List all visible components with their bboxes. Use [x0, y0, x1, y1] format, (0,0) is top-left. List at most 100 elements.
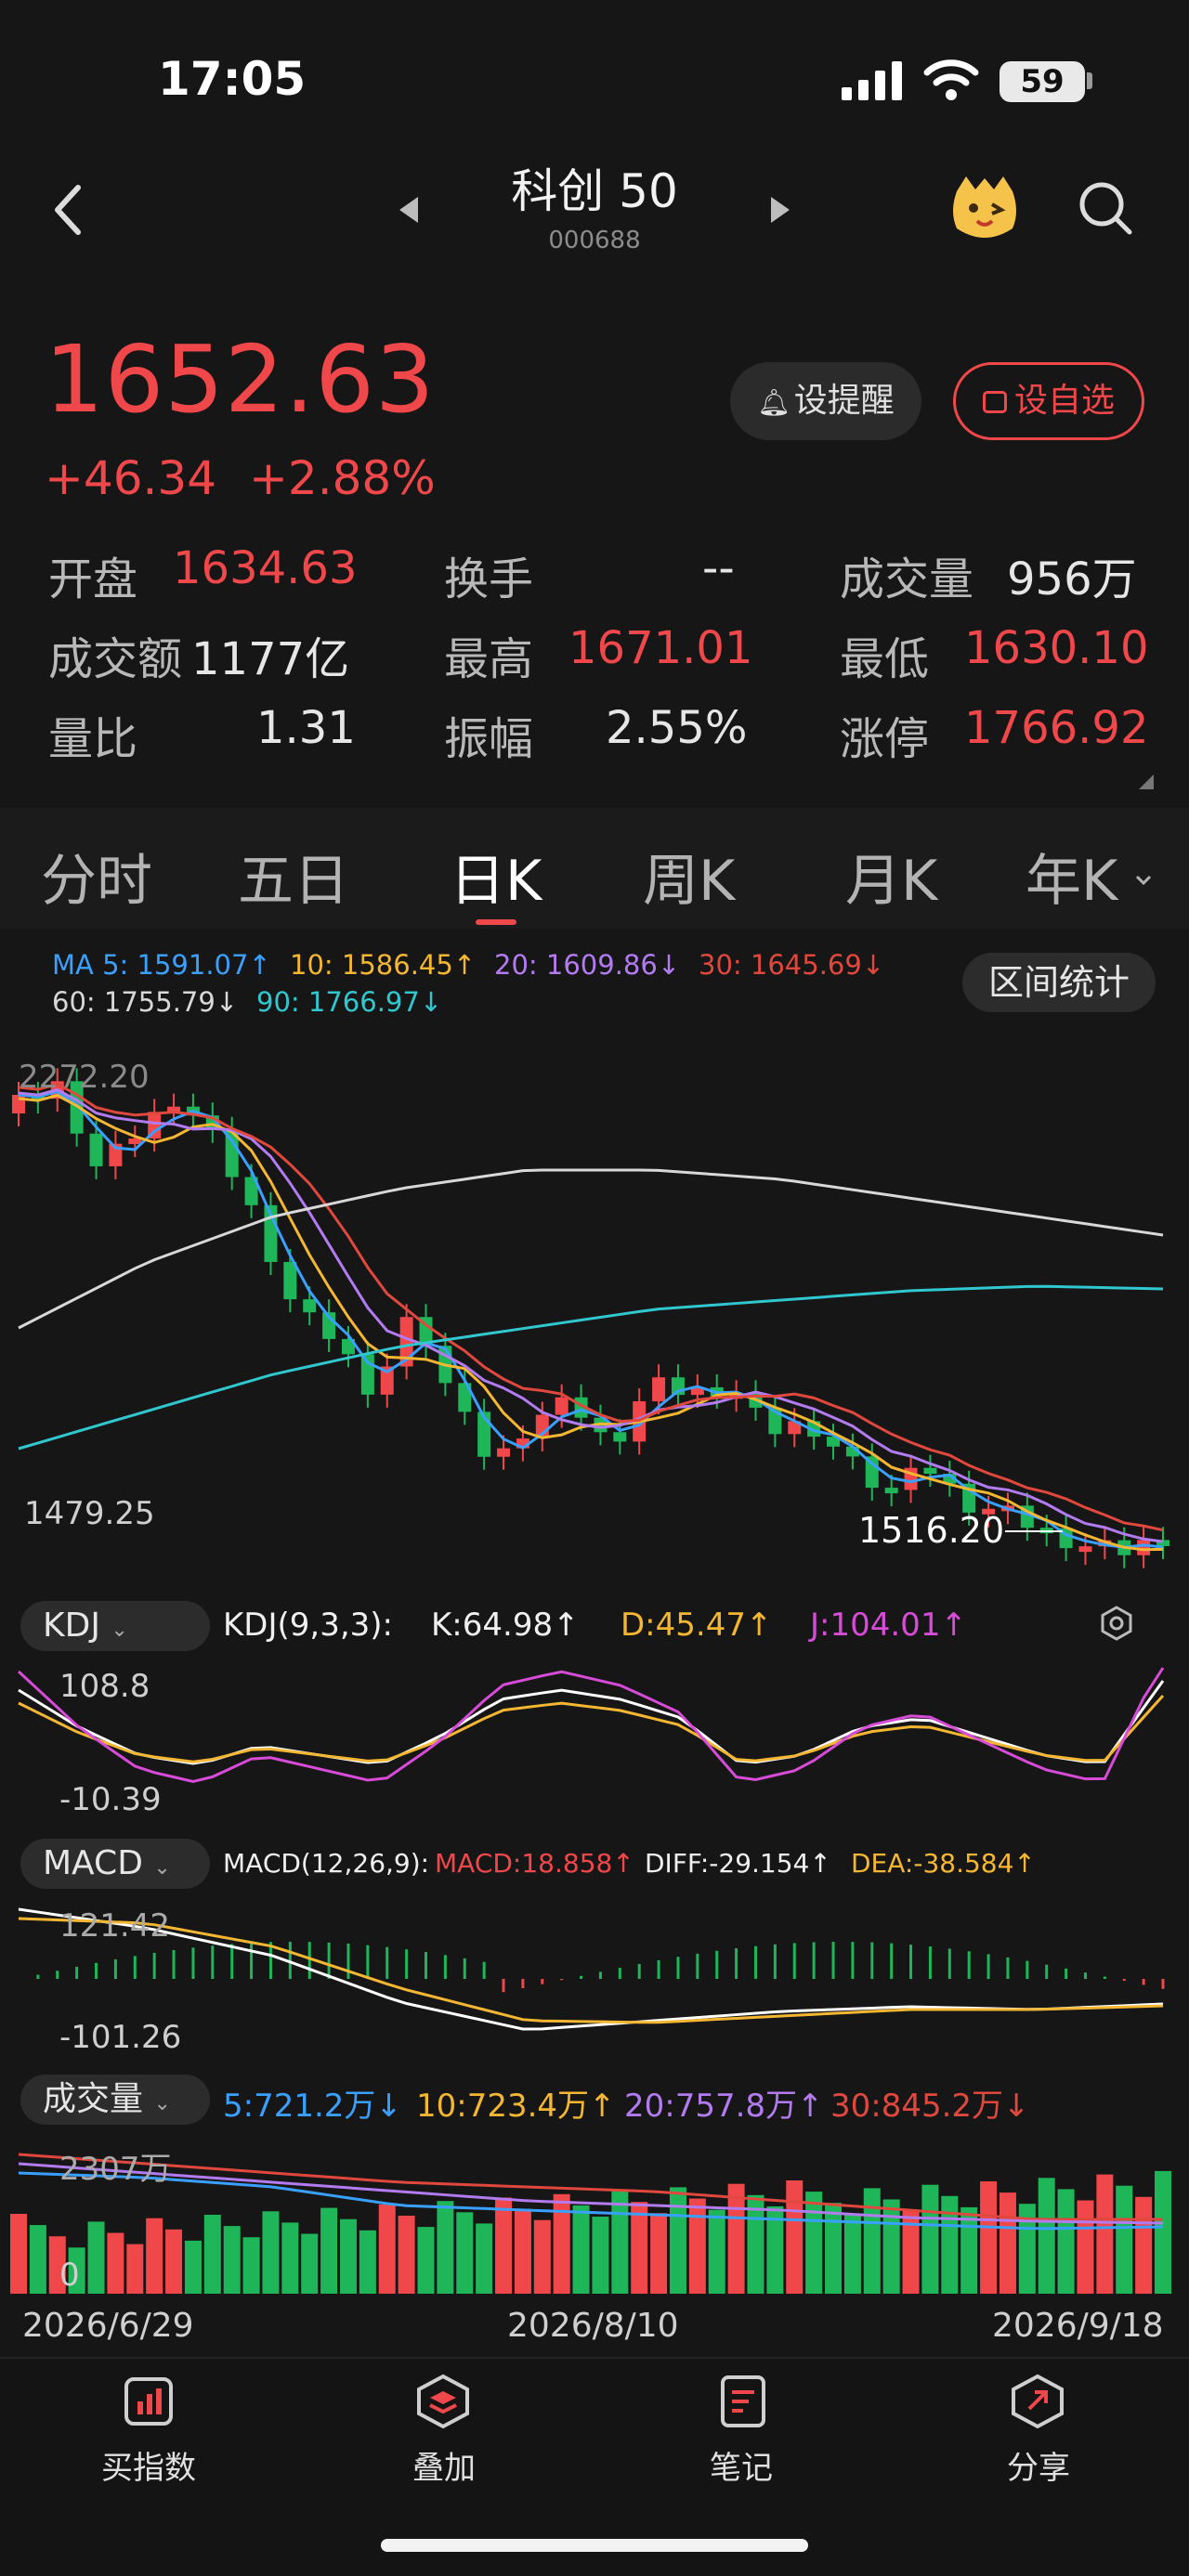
search-icon[interactable] — [1078, 180, 1133, 236]
tab-five-day[interactable]: 五日 — [238, 836, 349, 917]
battery-indicator: 59 — [1000, 61, 1085, 102]
stock-code: 000688 — [548, 227, 641, 254]
ma20-legend: 20: 1609.86↓ — [494, 949, 681, 981]
mascot-icon[interactable] — [947, 173, 1022, 243]
settings-icon[interactable] — [1098, 1605, 1135, 1642]
add-watchlist-label: 设自选 — [1013, 382, 1115, 420]
volume-bar — [223, 2226, 241, 2294]
stat-volume-ratio-value: 1.31 — [256, 702, 356, 754]
volume-bar — [1038, 2178, 1055, 2294]
stat-limit-up-label: 涨停 — [840, 713, 930, 765]
chevron-down-icon: ⌄ — [153, 1856, 171, 1880]
ma60-line — [18, 1168, 1164, 1330]
tab-yearly-k[interactable]: 年K — [1026, 836, 1117, 917]
overlay-icon — [417, 2374, 469, 2429]
stat-open-label: 开盘 — [48, 553, 138, 605]
macd-selector[interactable]: MACD ⌄ — [20, 1839, 210, 1889]
volume-bar — [417, 2227, 435, 2294]
stat-high-value: 1671.01 — [568, 622, 753, 674]
volume-bar — [786, 2180, 804, 2294]
range-stats-button[interactable]: 区间统计 — [962, 953, 1156, 1012]
kline-min-marker: 1516.20 — [858, 1510, 1005, 1551]
volume-chart[interactable] — [0, 2136, 1189, 2296]
notes-label: 笔记 — [710, 2450, 773, 2487]
volume-bar — [398, 2216, 415, 2294]
volume-bar — [107, 2232, 124, 2294]
stat-volume-ratio-label: 量比 — [48, 713, 138, 765]
stat-amplitude-label: 振幅 — [444, 713, 534, 765]
macd-dea-value: DEA:-38.584↑ — [851, 1848, 1036, 1879]
kdj-k-value: K:64.98↑ — [431, 1607, 580, 1644]
date-end: 2026/9/18 — [992, 2307, 1164, 2345]
kdj-selector[interactable]: KDJ ⌄ — [20, 1601, 210, 1651]
kline-candle — [283, 1261, 297, 1300]
stat-high-label: 最高 — [444, 633, 534, 685]
volume-bar — [1116, 2185, 1133, 2294]
stat-amount-label: 成交额 — [48, 633, 183, 685]
kdj-chart[interactable] — [0, 1662, 1189, 1820]
overlay-label: 叠加 — [412, 2450, 476, 2487]
kline-low-label: 1479.25 — [24, 1495, 155, 1532]
buy-index-icon — [124, 2377, 173, 2426]
volume-bar — [1057, 2189, 1075, 2294]
volume-selector-label: 成交量 — [43, 2080, 144, 2118]
next-stock-icon[interactable] — [769, 195, 791, 225]
volume-bar — [301, 2233, 319, 2294]
vol-ma20-value: 20:757.8万↑ — [624, 2088, 824, 2125]
volume-bar — [825, 2203, 843, 2294]
add-watchlist-button[interactable]: 设自选 — [953, 362, 1144, 440]
volume-bar — [863, 2188, 881, 2294]
tab-intraday[interactable]: 分时 — [41, 836, 152, 917]
kline-chart[interactable] — [0, 1031, 1189, 1569]
stat-amplitude-value: 2.55% — [606, 702, 748, 754]
volume-bar — [320, 2207, 338, 2294]
macd-value: MACD:18.858↑ — [435, 1848, 634, 1879]
chevron-down-icon: ⌄ — [153, 2092, 171, 2115]
volume-bar — [378, 2204, 396, 2294]
kdj-d-value: D:45.47↑ — [621, 1607, 773, 1644]
stat-low-label: 最低 — [840, 633, 930, 685]
page-title: 科创 50 — [511, 164, 678, 218]
volume-bar — [650, 2213, 668, 2294]
ma90-legend: 90: 1766.97↓ — [256, 986, 443, 1018]
ma5-legend: MA 5: 1591.07↑ — [52, 949, 271, 981]
volume-bar — [941, 2195, 959, 2294]
volume-bar — [359, 2230, 376, 2294]
volume-bar — [165, 2229, 183, 2294]
date-mid: 2026/8/10 — [507, 2307, 679, 2345]
volume-bar — [611, 2191, 629, 2294]
volume-bar — [553, 2193, 570, 2294]
volume-bar — [495, 2197, 513, 2294]
chevron-down-icon[interactable] — [1135, 875, 1152, 886]
kdj-j-value: J:104.01↑ — [810, 1607, 967, 1644]
notes-icon — [721, 2375, 765, 2427]
volume-selector[interactable]: 成交量 ⌄ — [20, 2075, 210, 2125]
share-label: 分享 — [1007, 2450, 1070, 2487]
current-price: 1652.63 — [45, 325, 436, 434]
home-indicator — [381, 2539, 808, 2552]
volume-bar — [339, 2218, 357, 2294]
stat-low-value: 1630.10 — [964, 622, 1149, 674]
expand-corner-icon[interactable] — [1139, 774, 1154, 789]
back-icon[interactable] — [50, 182, 87, 238]
tab-daily-k[interactable]: 日K — [450, 836, 542, 917]
volume-bar — [882, 2199, 900, 2294]
tab-weekly-k[interactable]: 周K — [643, 836, 735, 917]
ma30-line — [18, 1082, 1164, 1532]
kline-candle — [652, 1377, 666, 1401]
battery-tip — [1087, 72, 1092, 89]
stat-turnover-value: -- — [702, 542, 735, 594]
ma60-legend: 60: 1755.79↓ — [52, 986, 239, 1018]
volume-bar — [805, 2192, 823, 2294]
volume-bar — [1155, 2170, 1171, 2294]
watchlist-icon — [982, 391, 1007, 413]
volume-bar — [1135, 2196, 1153, 2294]
ma10-line — [18, 1093, 1164, 1552]
volume-bar — [437, 2201, 454, 2294]
tab-monthly-k[interactable]: 月K — [845, 836, 937, 917]
set-alert-button[interactable]: 🔔︎ 设提醒 — [730, 362, 921, 440]
kdj-bottom-label: -10.39 — [59, 1781, 162, 1818]
kdj-params: KDJ(9,3,3): — [223, 1607, 393, 1644]
stat-volume-label: 成交量 — [840, 553, 974, 605]
volume-bar — [203, 2215, 221, 2294]
